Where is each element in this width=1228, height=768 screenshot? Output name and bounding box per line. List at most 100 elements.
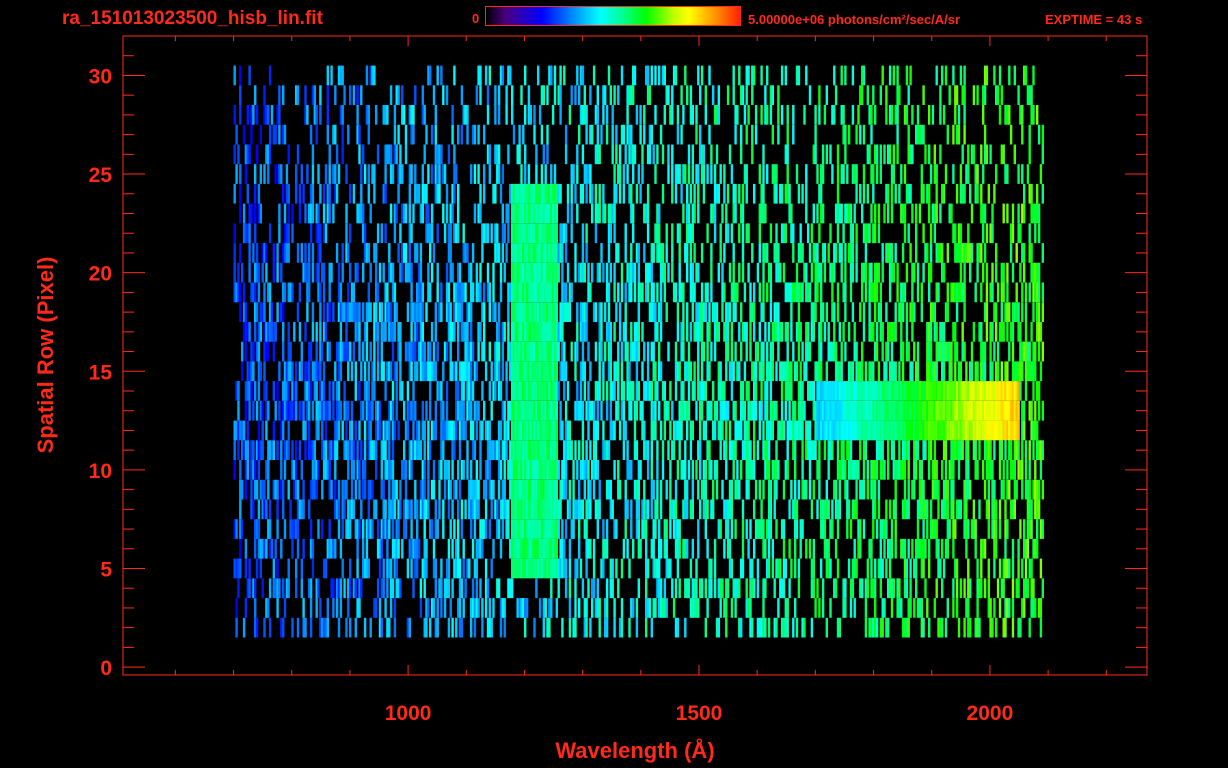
- heatmap-cell: [632, 538, 635, 559]
- heatmap-cell: [378, 420, 382, 441]
- heatmap-cell: [533, 617, 536, 638]
- heatmap-cell: [686, 420, 689, 441]
- heatmap-cell: [244, 538, 248, 559]
- heatmap-cell: [434, 302, 437, 322]
- heatmap-cell: [1006, 203, 1009, 224]
- heatmap-cell: [1021, 302, 1024, 322]
- heatmap-cell: [609, 341, 612, 362]
- heatmap-cell: [784, 400, 787, 421]
- heatmap-cell: [466, 243, 469, 263]
- heatmap-cell: [375, 598, 378, 618]
- heatmap-cell: [263, 302, 266, 322]
- heatmap-cell: [481, 420, 484, 441]
- heatmap-cell: [246, 420, 249, 441]
- heatmap-cell: [566, 381, 570, 401]
- heatmap-cell: [442, 519, 445, 539]
- heatmap-cell: [367, 361, 370, 382]
- heatmap-cell: [308, 262, 311, 283]
- heatmap-cell: [589, 499, 592, 520]
- heatmap-cell: [564, 479, 568, 500]
- heatmap-cell: [274, 400, 277, 421]
- heatmap-cell: [911, 361, 914, 382]
- heatmap-cell: [630, 322, 633, 342]
- heatmap-cell: [393, 420, 397, 441]
- heatmap-cell: [952, 598, 955, 618]
- heatmap-cell: [669, 460, 672, 480]
- heatmap-cell: [432, 341, 436, 362]
- heatmap-cell: [725, 598, 728, 618]
- heatmap-cell: [721, 262, 724, 283]
- heatmap-cell: [436, 262, 439, 283]
- heatmap-cell: [915, 223, 918, 244]
- heatmap-cell: [557, 460, 560, 480]
- heatmap-cell: [449, 479, 452, 500]
- heatmap-cell: [663, 381, 666, 401]
- heatmap-cell: [704, 420, 707, 441]
- heatmap-cell: [373, 361, 376, 382]
- heatmap-cell: [1019, 617, 1022, 638]
- heatmap-cell: [574, 243, 577, 263]
- heatmap-cell: [404, 479, 408, 500]
- heatmap-cell: [780, 183, 784, 204]
- heatmap-cell: [350, 361, 354, 382]
- heatmap-cell: [736, 460, 739, 480]
- heatmap-cell: [658, 223, 661, 244]
- heatmap-cell: [443, 223, 447, 244]
- heatmap-cell: [630, 460, 633, 480]
- heatmap-cell: [620, 361, 624, 382]
- heatmap-cell: [725, 440, 728, 460]
- heatmap-cell: [842, 164, 845, 184]
- heatmap-cell: [354, 381, 357, 401]
- heatmap-cell: [291, 223, 294, 244]
- heatmap-cell: [996, 578, 1000, 599]
- heatmap-cell: [267, 400, 270, 421]
- heatmap-cell: [890, 519, 894, 539]
- heatmap-cell: [713, 164, 717, 184]
- heatmap-cell: [995, 302, 998, 322]
- heatmap-cell: [753, 460, 756, 480]
- heatmap-cell: [470, 400, 473, 421]
- heatmap-cell: [751, 558, 754, 579]
- heatmap-cell: [756, 578, 760, 599]
- heatmap-cell: [585, 598, 588, 618]
- heatmap-cell: [296, 479, 300, 500]
- heatmap-cell: [291, 361, 294, 382]
- heatmap-cell: [458, 598, 462, 618]
- heatmap-cell: [1017, 420, 1020, 441]
- heatmap-cell: [568, 578, 572, 599]
- heatmap-cell: [453, 144, 456, 165]
- heatmap-cell: [1037, 282, 1041, 303]
- heatmap-cell: [488, 460, 491, 480]
- heatmap-cell: [451, 203, 454, 224]
- heatmap-cell: [609, 262, 612, 283]
- heatmap-cell: [337, 262, 341, 283]
- heatmap-cell: [349, 223, 352, 244]
- heatmap-cell: [414, 479, 417, 500]
- heatmap-cell: [862, 183, 866, 204]
- heatmap-cell: [674, 381, 678, 401]
- heatmap-cell: [594, 183, 598, 204]
- heatmap-cell: [700, 243, 704, 263]
- heatmap-cell: [1023, 400, 1026, 421]
- heatmap-cell: [607, 440, 611, 460]
- heatmap-cell: [812, 322, 815, 342]
- heatmap-cell: [358, 479, 361, 500]
- heatmap-cell: [913, 598, 916, 618]
- heatmap-cell: [1011, 223, 1015, 244]
- heatmap-cell: [499, 617, 503, 638]
- heatmap-cell: [254, 322, 257, 342]
- heatmap-cell: [738, 262, 741, 283]
- heatmap-cell: [328, 282, 331, 303]
- heatmap-cell: [391, 578, 395, 599]
- heatmap-cell: [954, 322, 957, 342]
- heatmap-cell: [363, 440, 367, 460]
- heatmap-cell: [408, 617, 411, 638]
- heatmap-cell: [894, 361, 897, 382]
- heatmap-cell: [667, 262, 670, 283]
- heatmap-cell: [726, 400, 730, 421]
- heatmap-cell: [980, 243, 983, 263]
- heatmap-cell: [1037, 381, 1041, 401]
- heatmap-cell: [678, 262, 681, 283]
- heatmap-cell: [585, 243, 588, 263]
- heatmap-cell: [801, 282, 804, 303]
